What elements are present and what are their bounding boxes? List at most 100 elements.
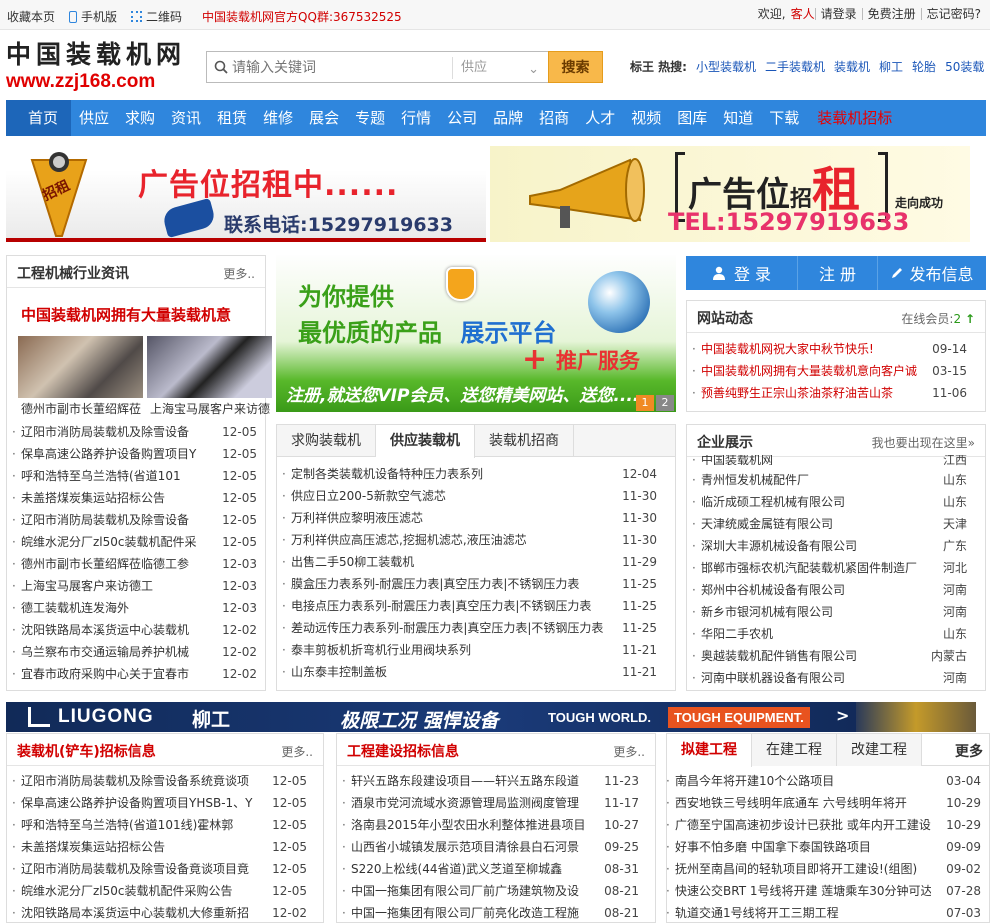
news-headline[interactable]: 中国装载机网拥有大量装载机意 [21,304,261,325]
hot-search-item[interactable]: 柳工 [879,58,903,75]
list-item[interactable]: 皖维水泥分厂zl50c装载机配件采12-05 [7,531,265,553]
nav-knowledge[interactable]: 知道 [715,100,761,136]
list-item[interactable]: 呼和浩特至乌兰浩特(省道101线)霍林郭12-05 [7,814,323,836]
list-item[interactable]: 未盖搭煤炭集运站招标公告12-05 [7,836,323,858]
list-item[interactable]: 定制各类装载机设备特种压力表系列12-04 [277,463,675,485]
list-item[interactable]: 奥越装载机配件销售有限公司内蒙古 [687,645,985,667]
list-item[interactable]: 供应日立200-5新款空气滤芯11-30 [277,485,675,507]
list-item[interactable]: 辽阳市消防局装载机及除雪设备竟谈项目竟12-05 [7,858,323,880]
news-photo[interactable] [18,336,143,398]
list-item[interactable]: 出售二手50柳工装载机11-29 [277,551,675,573]
tab-supply[interactable]: 供应装载机 [376,425,475,458]
list-item[interactable]: 邯郸市强标农机汽配装载机紧固件制造厂河北 [687,557,985,579]
nav-video[interactable]: 视频 [623,100,669,136]
nav-gallery[interactable]: 图库 [669,100,715,136]
list-item[interactable]: 预善纯野生正宗山茶油茶籽油苦山茶11-06 [687,382,985,404]
forgot-password-link[interactable]: 忘记密码? [927,7,981,21]
list-item[interactable]: 上海宝马展客户来访德工12-03 [7,575,265,597]
promo-slideshow[interactable]: 为你提供 最优质的产品 展示平台 + 推广服务 注册,就送您VIP会员、送您精美… [276,255,676,412]
list-item[interactable]: 中国一拖集团有限公司厂前广场建筑物及设08-21 [337,880,655,902]
mobile-link[interactable]: 手机版 [69,8,117,25]
nav-repair[interactable]: 维修 [255,100,301,136]
list-item[interactable]: 电接点压力表系列-耐震压力表|真空压力表|不锈钢压力表11-25 [277,595,675,617]
search-type-select[interactable]: 供应 ⌄ [452,57,547,79]
showcase-join-link[interactable]: 我也要出现在这里» [872,434,975,451]
list-item[interactable]: 万利祥供应黎明液压滤芯11-30 [277,507,675,529]
list-item[interactable]: 抚州至南昌间的轻轨项目即将开工建设!(组图)09-02 [661,858,985,880]
list-item[interactable]: S220上松线(44省道)武义芝道至柳城鑫08-31 [337,858,655,880]
ad-banner-left[interactable]: 招租 广告位招租中...... 联系电话:15297919633 [6,146,486,242]
list-item[interactable]: 德州市副市长董绍辉莅临德工参12-03 [7,553,265,575]
list-item[interactable]: 保阜高速公路养护设备购置项目Y12-05 [7,443,265,465]
list-item[interactable]: 沈阳铁路局本溪货运中心装载机大修重新招12-02 [7,902,323,924]
qq-group-link[interactable]: 中国装载机网官方QQ群:367532525 [202,8,402,25]
list-item[interactable]: 新乡市银河机械有限公司河南 [687,601,985,623]
list-item[interactable]: 辽阳市消防局装载机及除雪设备系统竟谈项12-05 [7,770,323,792]
slide-dot-2[interactable]: 2 [656,395,674,411]
guest-link[interactable]: 客人 [791,7,815,21]
nav-topics[interactable]: 专题 [347,100,393,136]
list-item[interactable]: 沈阳铁路局本溪货运中心装载机12-02 [7,619,265,641]
bookmark-link[interactable]: 收藏本页 [7,8,55,25]
hot-search-item[interactable]: 二手装载机 [765,58,825,75]
nav-buy[interactable]: 求购 [117,100,163,136]
list-item[interactable]: 中国装载机网拥有大量装载机意向客户诚03-15 [687,360,985,382]
more-link[interactable]: 更多 [955,741,983,761]
site-logo[interactable]: 中国装载机网 www.zzj168.com [6,40,196,96]
list-item[interactable]: 中国装载机网江西 [687,455,985,469]
list-item[interactable]: 山西省小城镇发展示范项目清徐县白石河景09-25 [337,836,655,858]
list-item[interactable]: 乌兰察布市交通运输局养护机械12-02 [7,641,265,663]
nav-loader-bidding[interactable]: 装载机招标 [807,100,900,136]
list-item[interactable]: 轩兴五路东段建设项目——轩兴五路东段道11-23 [337,770,655,792]
hot-search-item[interactable]: 装载机 [834,58,870,75]
list-item[interactable]: 青州恒发机械配件厂山东 [687,469,985,491]
nav-market[interactable]: 行情 [393,100,439,136]
list-item[interactable]: 辽阳市消防局装载机及除雪设备12-05 [7,509,265,531]
nav-rent[interactable]: 租赁 [209,100,255,136]
news-photo-caption[interactable]: 上海宝马展客户来访德 [150,400,270,417]
register-link[interactable]: 免费注册 [868,7,916,21]
list-item[interactable]: 河南中联机器设备有限公司河南 [687,667,985,689]
hot-search-item[interactable]: 轮胎 [912,58,936,75]
list-item[interactable]: 呼和浩特至乌兰浩特(省道10112-05 [7,465,265,487]
list-item[interactable]: 西安地铁三号线明年底通车 六号线明年将开10-29 [661,792,985,814]
nav-supply[interactable]: 供应 [71,100,117,136]
list-item[interactable]: 膜盒压力表系列-耐震压力表|真空压力表|不锈钢压力表11-25 [277,573,675,595]
list-item[interactable]: 轨道交通1号线将开工三期工程07-03 [661,902,985,924]
nav-home[interactable]: 首页 [6,100,72,136]
list-item[interactable]: 未盖搭煤炭集运站招标公告12-05 [7,487,265,509]
login-link[interactable]: 请登录 [821,7,857,21]
ad-banner-right[interactable]: 广告位招租 走向成功 TEL:15297919633 [490,146,970,242]
list-item[interactable]: 天津统威金属链有限公司天津 [687,513,985,535]
list-item[interactable]: 临沂成硕工程机械有限公司山东 [687,491,985,513]
list-item[interactable]: 深圳大丰源机械设备有限公司广东 [687,535,985,557]
list-item[interactable]: 德工装载机连发海外12-03 [7,597,265,619]
publish-button[interactable]: 发布信息 [878,256,986,290]
qrcode-link[interactable]: 二维码 [131,8,182,25]
nav-talent[interactable]: 人才 [577,100,623,136]
list-item[interactable]: 广德至宁国高速初步设计已获批 或年内开工建设10-29 [661,814,985,836]
list-item[interactable]: 南昌今年将开建10个公路项目03-04 [661,770,985,792]
list-item[interactable]: 华阳二手农机山东 [687,623,985,645]
list-item[interactable]: 皖维水泥分厂zl50c装载机配件采购公告12-05 [7,880,323,902]
list-item[interactable]: 中国一拖集团有限公司厂前亮化改造工程施08-21 [337,902,655,924]
list-item[interactable]: 宜春市政府采购中心关于宜春市12-02 [7,663,265,685]
nav-news[interactable]: 资讯 [163,100,209,136]
nav-download[interactable]: 下载 [761,100,807,136]
list-item[interactable]: 泰丰剪板机折弯机行业用阀块系列11-21 [277,639,675,661]
tab-planned[interactable]: 拟建工程 [667,734,752,767]
more-link[interactable]: 更多.. [281,743,313,760]
list-item[interactable]: 辽阳市消防局装载机及除雪设备12-05 [7,421,265,443]
search-input[interactable] [232,58,447,78]
tab-renovation[interactable]: 改建工程 [837,734,922,766]
more-link[interactable]: 更多.. [613,743,645,760]
search-button[interactable]: 搜索 [548,51,603,83]
more-link[interactable]: 更多.. [223,265,255,282]
list-item[interactable]: 万利祥供应高压滤芯,挖掘机滤芯,液压油滤芯11-30 [277,529,675,551]
nav-brand[interactable]: 品牌 [485,100,531,136]
slide-dot-1[interactable]: 1 [636,395,654,411]
list-item[interactable]: 郑州中谷机械设备有限公司河南 [687,579,985,601]
list-item[interactable]: 中国装载机网祝大家中秋节快乐!09-14 [687,338,985,360]
hot-search-item[interactable]: 小型装载机 [696,58,756,75]
liugong-banner[interactable]: LIUGONG 柳工 极限工况 强悍设备 TOUGH WORLD. TOUGH … [6,702,976,732]
